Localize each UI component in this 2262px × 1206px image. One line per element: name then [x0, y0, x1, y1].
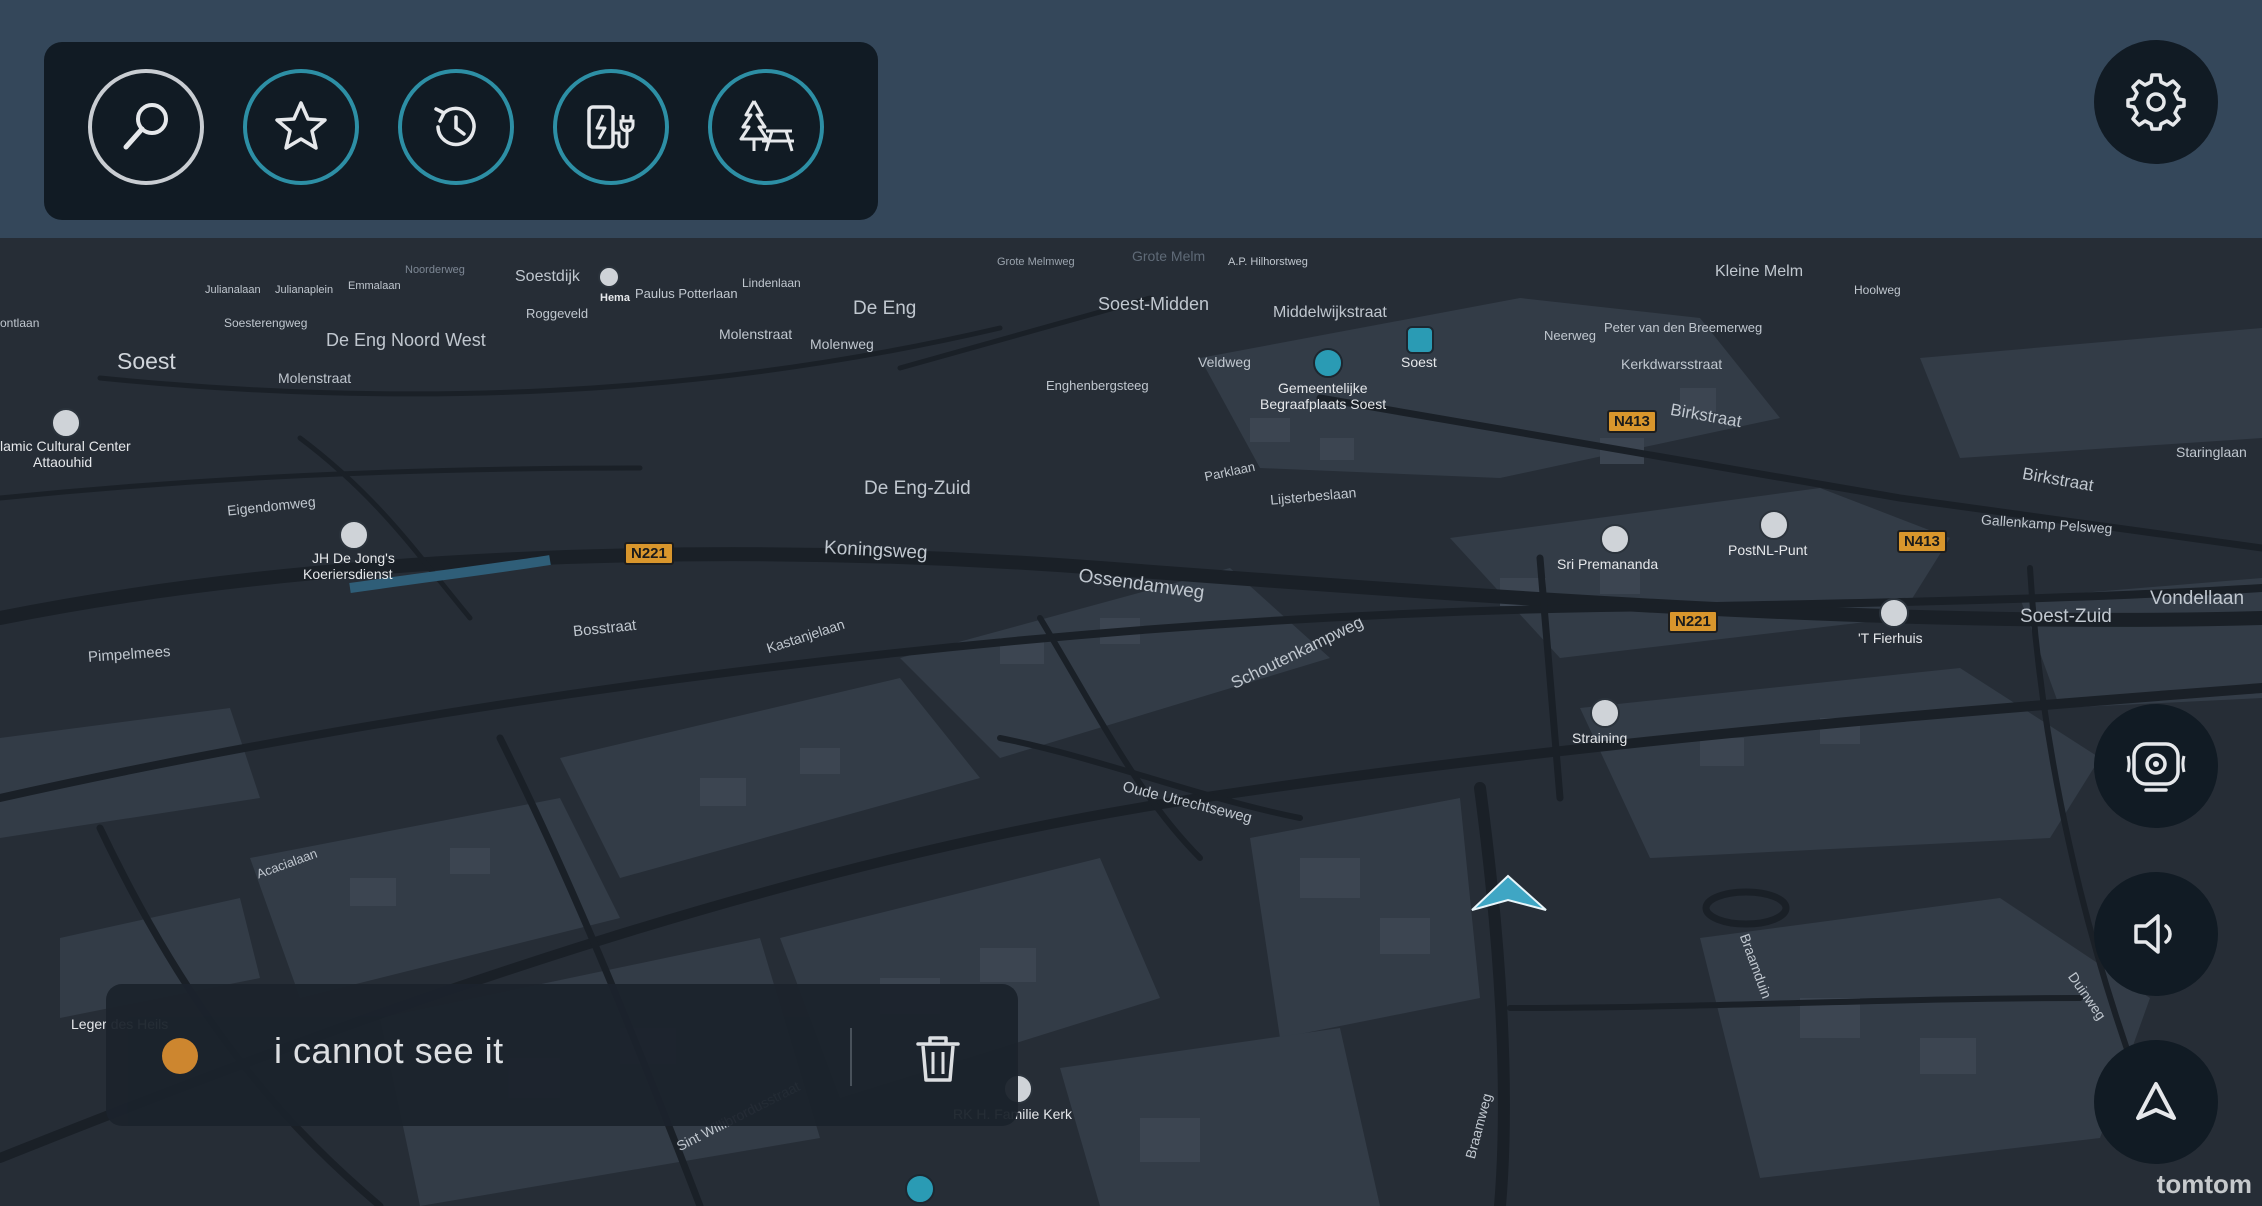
map-label: A.P. Hilhorstweg	[1228, 256, 1308, 268]
ev-charging-button[interactable]	[553, 69, 669, 185]
road-shield: N413	[1897, 530, 1947, 553]
settings-button[interactable]	[2094, 40, 2218, 164]
map-label: Vondellaan	[2150, 588, 2245, 609]
note-status-dot	[162, 1038, 198, 1074]
map-label: Molenweg	[810, 336, 874, 352]
map-label: Middelwijkstraat	[1273, 304, 1387, 321]
camera-icon	[2126, 742, 2186, 792]
post-office-poi-icon[interactable]	[1759, 510, 1789, 540]
train-station-icon[interactable]	[1406, 326, 1434, 354]
map-label: Soest-Zuid	[2020, 606, 2112, 627]
rest-areas-button[interactable]	[708, 69, 824, 185]
venue-poi-icon[interactable]	[1879, 598, 1909, 628]
trash-icon	[916, 1036, 960, 1082]
poi-label: Straining	[1572, 730, 1628, 746]
poi-label: Hema	[600, 292, 630, 304]
delete-note-button[interactable]	[912, 1032, 964, 1084]
map-label: Grote Melm	[1132, 248, 1206, 264]
map-label: Emmalaan	[348, 280, 401, 292]
recenter-button[interactable]	[2094, 1040, 2218, 1164]
quick-actions-toolbar	[44, 42, 878, 220]
map-label: Paulus Potterlaan	[635, 286, 738, 301]
road-shield: N413	[1607, 410, 1657, 433]
map-label: Lindenlaan	[742, 276, 801, 290]
map-label: ontlaan	[0, 316, 40, 330]
map-label: Soesterengweg	[224, 316, 308, 330]
poi-label: Gemeentelijke	[1278, 380, 1368, 396]
map-label: Kerkdwarsstraat	[1621, 356, 1723, 372]
road-shield: N221	[1668, 610, 1718, 633]
recent-destinations-button[interactable]	[398, 69, 514, 185]
courier-poi-icon[interactable]	[339, 520, 369, 550]
star-icon	[275, 101, 327, 150]
map-label: Julianaplein	[275, 284, 334, 296]
map-label: Noorderweg	[405, 264, 465, 276]
map-label: Peter van den Breemerweg	[1604, 320, 1763, 335]
search-icon	[123, 103, 168, 150]
poi-label: PostNL-Punt	[1728, 542, 1808, 558]
search-button[interactable]	[88, 69, 204, 185]
map-label: Grote Melmweg	[997, 256, 1075, 268]
volume-button[interactable]	[2094, 872, 2218, 996]
map-label: Roggeveld	[526, 306, 589, 321]
note-text: i cannot see it	[274, 1030, 504, 1071]
map-label: De Eng-Zuid	[864, 478, 971, 499]
divider	[850, 1028, 852, 1086]
poi-label: JH De Jong's	[312, 550, 395, 566]
roundabout	[1702, 888, 1790, 928]
map-label: Molenstraat	[719, 326, 793, 342]
poi-label: Begraafplaats Soest	[1260, 396, 1387, 412]
cemetery-poi-icon[interactable]	[1313, 348, 1343, 378]
map-label: Hoolweg	[1854, 283, 1901, 297]
ev-charger-icon	[587, 105, 635, 149]
picnic-icon	[739, 100, 794, 152]
speed-camera-button[interactable]	[2094, 704, 2218, 828]
cemetery-poi-icon[interactable]	[905, 1174, 935, 1204]
map-label: Julianalaan	[205, 284, 261, 296]
cultural-center-poi-icon[interactable]	[51, 408, 81, 438]
voice-note-panel: i cannot see it	[106, 984, 1018, 1126]
brand-logo: tomtom	[2156, 1169, 2252, 1199]
gear-icon	[2126, 73, 2186, 131]
map-label: Soest-Midden	[1098, 294, 1210, 314]
temple-poi-icon[interactable]	[1600, 524, 1630, 554]
map-label: Veldweg	[1198, 354, 1251, 370]
road-shield: N221	[624, 542, 674, 565]
map-label: Staringlaan	[2176, 444, 2247, 460]
map-label: Molenstraat	[278, 370, 352, 386]
history-icon	[434, 106, 476, 147]
map-label: Soest	[117, 348, 176, 374]
speaker-icon	[2134, 914, 2172, 954]
map-label: De Eng Noord West	[326, 330, 486, 350]
current-position-marker	[1471, 874, 1547, 911]
map-label: Enghenbergsteeg	[1046, 378, 1149, 393]
poi-label: Attaouhid	[33, 454, 93, 470]
poi-label: Soest	[1401, 354, 1437, 370]
map-label: De Eng	[853, 298, 917, 319]
poi-label: Sri Premananda	[1557, 556, 1659, 572]
arrow-up-icon	[2136, 1082, 2176, 1120]
school-poi-icon[interactable]	[1590, 698, 1620, 728]
shop-poi-icon[interactable]	[598, 266, 620, 288]
map-label: Soestdijk	[515, 268, 580, 285]
poi-label: 'T Fierhuis	[1858, 630, 1923, 646]
map-label: Kleine Melm	[1715, 263, 1804, 280]
poi-label: lamic Cultural Center	[0, 438, 131, 454]
poi-label: Koeriersdienst	[303, 566, 393, 582]
favorites-button[interactable]	[243, 69, 359, 185]
map-label: Neerweg	[1544, 328, 1597, 343]
